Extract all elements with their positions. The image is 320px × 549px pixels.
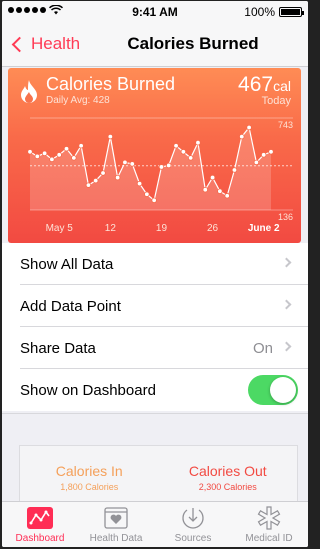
data-point [239,133,245,140]
dashboard-toggle[interactable] [248,375,298,405]
divider [2,413,308,414]
battery-icon [279,7,304,17]
data-point [34,153,41,160]
tab-medical-id[interactable]: Medical ID [231,506,307,544]
sources-icon [182,508,204,529]
page-title: Calories Burned [127,34,259,53]
data-point [136,180,143,187]
current-value-number: 467 [238,73,274,96]
health-data-icon [104,507,128,529]
x-tick-label: 26 [207,223,219,234]
show-on-dashboard-row: Show on Dashboard [20,369,308,411]
data-point [27,149,33,155]
data-point [260,152,267,158]
data-point [63,146,70,152]
data-point [151,197,157,203]
medical-id-icon [257,506,281,530]
options-list: Show All Data Add Data Point Share Data … [2,243,308,411]
data-point [187,155,194,161]
data-point [195,140,201,146]
current-value: 467cal [238,73,291,97]
tab-dashboard[interactable]: Dashboard [2,506,78,544]
data-point [209,174,216,181]
data-point [166,162,172,169]
data-point [129,161,135,167]
data-point [231,167,238,173]
tab-sources[interactable]: Sources [155,506,231,544]
share-data-row[interactable]: Share Data On [20,327,308,369]
calories-line-chart [27,117,293,211]
data-point [224,193,230,199]
row-label: Share Data [20,340,96,357]
data-point [144,191,150,197]
data-point [71,155,77,161]
calories-chart-card[interactable]: Calories Burned Daily Avg: 428 467cal To… [8,68,301,243]
dashboard-icon [27,507,53,529]
data-point [49,156,55,163]
data-point [268,149,274,155]
battery-percent: 100% [244,5,275,19]
navigation-bar: Health Calories Burned [2,23,308,67]
daily-average: Daily Avg: 428 [46,95,110,106]
data-point [173,143,179,149]
x-tick-label: June 2 [247,223,280,234]
data-point [78,143,84,149]
row-label: Add Data Point [20,298,121,315]
chevron-right-icon [281,257,292,268]
calories-out: Calories Out 2,300 Calories [159,463,298,492]
card-title: Calories Burned [46,74,176,94]
data-point [217,188,223,194]
tab-label: Health Data [89,533,143,544]
row-label: Show on Dashboard [20,382,156,399]
data-point [41,150,48,157]
calories-in: Calories In 1,800 Calories [20,463,159,492]
calories-out-title: Calories Out [188,463,267,479]
data-point [202,186,208,193]
data-point [180,149,187,155]
calories-out-value: 2,300 Calories [198,482,257,492]
current-value-unit: cal [273,78,291,94]
tab-label: Medical ID [245,533,293,544]
flame-icon [21,80,37,103]
calories-in-title: Calories In [55,463,123,479]
y-tick-label: 743 [277,120,293,130]
x-tick-label: May 5 [45,223,73,234]
phone-screen: 9:41 AM 100% Health Calories Burned Calo… [2,1,308,547]
x-tick-label: 12 [104,223,116,234]
data-point [122,159,128,166]
calories-summary-card[interactable]: Calories In 1,800 Calories Calories Out … [19,445,298,505]
status-bar: 9:41 AM 100% [2,1,308,23]
x-tick-label: 19 [155,223,168,234]
toggle-knob [270,377,296,403]
data-point [114,174,121,181]
chevron-right-icon [281,341,292,352]
add-data-point-row[interactable]: Add Data Point [20,285,308,327]
y-tick-label: 136 [277,212,293,222]
tab-label: Sources [174,533,212,544]
tab-label: Dashboard [15,533,65,544]
data-point [158,164,165,170]
chevron-right-icon [281,299,292,310]
calories-in-value: 1,800 Calories [60,482,119,492]
row-label: Show All Data [20,256,114,273]
data-point [107,133,114,140]
current-period: Today [261,95,291,107]
data-point [253,159,260,166]
data-point [93,177,99,184]
tab-bar: Dashboard Health Data Sources Medical ID [2,501,308,547]
show-all-data-row[interactable]: Show All Data [20,243,308,285]
data-point [85,182,92,188]
data-point [100,170,106,176]
share-data-value: On [252,340,273,357]
tab-health-data[interactable]: Health Data [78,506,154,544]
data-point [246,124,252,131]
data-point [56,152,62,158]
